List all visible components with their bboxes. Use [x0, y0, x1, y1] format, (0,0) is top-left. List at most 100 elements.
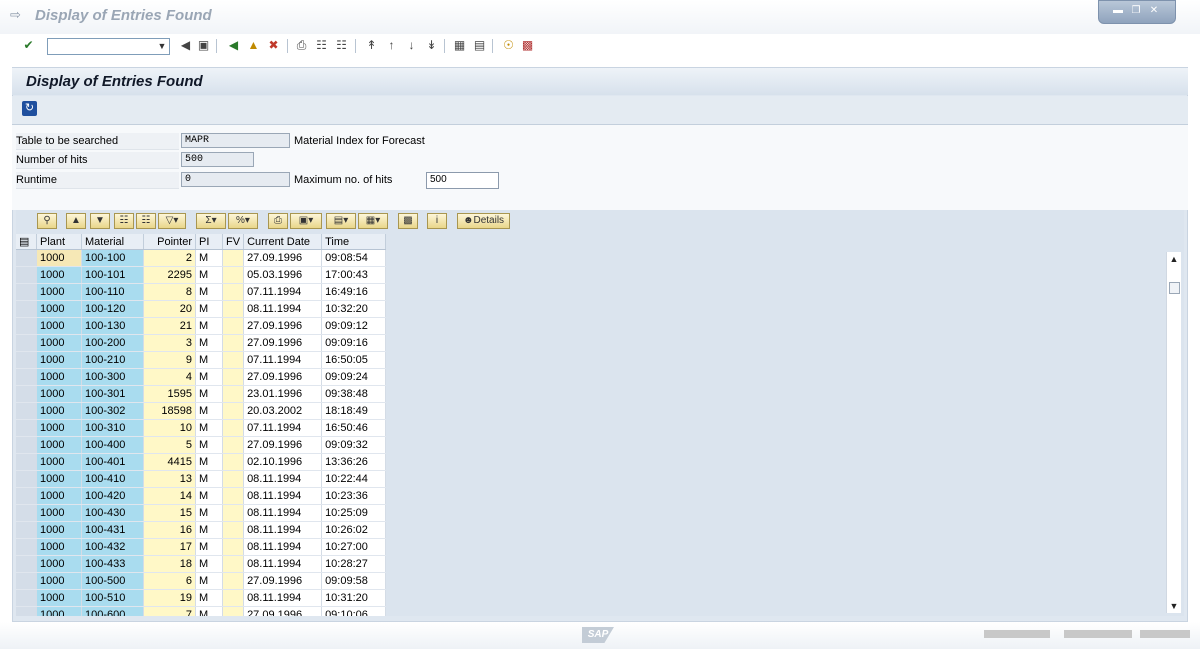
- views-icon[interactable]: ▣▾: [290, 213, 322, 229]
- table-row[interactable]: 1000 100-301 1595 M 23.01.1996 09:38:48: [16, 385, 387, 403]
- row-selector[interactable]: [16, 470, 37, 488]
- row-selector[interactable]: [16, 283, 37, 301]
- cell-pointer[interactable]: 16: [143, 521, 196, 539]
- print-preview-icon[interactable]: ⎙: [268, 213, 288, 229]
- table-row[interactable]: 1000 100-420 14 M 08.11.1994 10:23:36: [16, 487, 387, 505]
- save-icon[interactable]: ▣: [196, 38, 211, 53]
- row-selector[interactable]: [16, 436, 37, 454]
- column-header-current-date[interactable]: Current Date: [243, 234, 323, 250]
- cell-plant[interactable]: 1000: [36, 572, 82, 590]
- cell-pointer[interactable]: 14: [143, 487, 196, 505]
- table-row[interactable]: 1000 100-130 21 M 27.09.1996 09:09:12: [16, 317, 387, 335]
- cell-pi[interactable]: M: [195, 521, 223, 539]
- cell-plant[interactable]: 1000: [36, 300, 82, 318]
- cell-pi[interactable]: M: [195, 402, 223, 420]
- row-selector[interactable]: [16, 453, 37, 471]
- cell-material[interactable]: 100-100: [81, 249, 144, 267]
- row-selector[interactable]: [16, 249, 37, 267]
- table-row[interactable]: 1000 100-432 17 M 08.11.1994 10:27:00: [16, 538, 387, 556]
- cell-time[interactable]: 09:09:24: [321, 368, 387, 386]
- cell-current-date[interactable]: 27.09.1996: [243, 436, 323, 454]
- cell-plant[interactable]: 1000: [36, 555, 82, 573]
- cell-fv[interactable]: [222, 470, 245, 488]
- table-row[interactable]: 1000 100-100 2 M 27.09.1996 09:08:54: [16, 249, 387, 267]
- cell-plant[interactable]: 1000: [36, 334, 82, 352]
- column-header-pointer[interactable]: Pointer: [143, 234, 196, 250]
- row-selector[interactable]: [16, 538, 37, 556]
- cell-plant[interactable]: 1000: [36, 351, 82, 369]
- cell-current-date[interactable]: 27.09.1996: [243, 606, 323, 616]
- cell-pi[interactable]: M: [195, 538, 223, 556]
- sort-ascending-icon[interactable]: ▲: [66, 213, 86, 229]
- cell-fv[interactable]: [222, 436, 245, 454]
- cell-pi[interactable]: M: [195, 283, 223, 301]
- cell-material[interactable]: 100-400: [81, 436, 144, 454]
- cancel-icon[interactable]: ✖: [266, 38, 281, 53]
- export-icon[interactable]: ▤▾: [326, 213, 356, 229]
- cell-material[interactable]: 100-301: [81, 385, 144, 403]
- cell-pointer[interactable]: 4415: [143, 453, 196, 471]
- cell-time[interactable]: 16:49:16: [321, 283, 387, 301]
- cell-fv[interactable]: [222, 385, 245, 403]
- cell-pointer[interactable]: 4: [143, 368, 196, 386]
- shortcut-icon[interactable]: ▤: [472, 38, 487, 53]
- cell-fv[interactable]: [222, 606, 245, 616]
- details-button[interactable]: ☻Details: [457, 213, 510, 229]
- cell-pointer[interactable]: 18598: [143, 402, 196, 420]
- cell-pi[interactable]: M: [195, 368, 223, 386]
- graphic-icon[interactable]: ▩: [398, 213, 418, 229]
- cell-fv[interactable]: [222, 419, 245, 437]
- cell-time[interactable]: 10:26:02: [321, 521, 387, 539]
- cell-fv[interactable]: [222, 334, 245, 352]
- cell-current-date[interactable]: 08.11.1994: [243, 589, 323, 607]
- cell-time[interactable]: 09:10:06: [321, 606, 387, 616]
- cell-fv[interactable]: [222, 538, 245, 556]
- row-selector[interactable]: [16, 266, 37, 284]
- cell-pi[interactable]: M: [195, 351, 223, 369]
- cell-fv[interactable]: [222, 487, 245, 505]
- cell-pi[interactable]: M: [195, 266, 223, 284]
- last-page-icon[interactable]: ↡: [424, 38, 439, 53]
- layout-icon[interactable]: ▩: [520, 38, 535, 53]
- table-row[interactable]: 1000 100-510 19 M 08.11.1994 10:31:20: [16, 589, 387, 607]
- row-selector[interactable]: [16, 606, 37, 616]
- table-row[interactable]: 1000 100-433 18 M 08.11.1994 10:28:27: [16, 555, 387, 573]
- cell-pointer[interactable]: 20: [143, 300, 196, 318]
- cell-material[interactable]: 100-431: [81, 521, 144, 539]
- cell-material[interactable]: 100-600: [81, 606, 144, 616]
- cell-pi[interactable]: M: [195, 504, 223, 522]
- command-field[interactable]: ▼: [47, 38, 170, 55]
- cell-current-date[interactable]: 27.09.1996: [243, 317, 323, 335]
- cell-fv[interactable]: [222, 266, 245, 284]
- cell-material[interactable]: 100-130: [81, 317, 144, 335]
- info-icon[interactable]: i: [427, 213, 447, 229]
- cell-pointer[interactable]: 7: [143, 606, 196, 616]
- first-page-icon[interactable]: ↟: [364, 38, 379, 53]
- cell-pointer[interactable]: 13: [143, 470, 196, 488]
- max-hits-input[interactable]: 500: [426, 172, 499, 189]
- table-row[interactable]: 1000 100-401 4415 M 02.10.1996 13:36:26: [16, 453, 387, 471]
- cell-pi[interactable]: M: [195, 419, 223, 437]
- cell-current-date[interactable]: 20.03.2002: [243, 402, 323, 420]
- cell-material[interactable]: 100-210: [81, 351, 144, 369]
- cell-fv[interactable]: [222, 504, 245, 522]
- cell-time[interactable]: 16:50:46: [321, 419, 387, 437]
- cell-pointer[interactable]: 6: [143, 572, 196, 590]
- cell-material[interactable]: 100-510: [81, 589, 144, 607]
- table-row[interactable]: 1000 100-430 15 M 08.11.1994 10:25:09: [16, 504, 387, 522]
- cell-time[interactable]: 10:23:36: [321, 487, 387, 505]
- cell-current-date[interactable]: 08.11.1994: [243, 470, 323, 488]
- layout-icon[interactable]: ▦▾: [358, 213, 388, 229]
- row-selector[interactable]: [16, 385, 37, 403]
- cell-material[interactable]: 100-310: [81, 419, 144, 437]
- table-row[interactable]: 1000 100-600 7 M 27.09.1996 09:10:06: [16, 606, 387, 616]
- find-next-icon[interactable]: ☷: [136, 213, 156, 229]
- cell-fv[interactable]: [222, 555, 245, 573]
- cell-time[interactable]: 09:09:58: [321, 572, 387, 590]
- cell-plant[interactable]: 1000: [36, 538, 82, 556]
- column-header-time[interactable]: Time: [321, 234, 387, 250]
- cell-pointer[interactable]: 1595: [143, 385, 196, 403]
- cell-current-date[interactable]: 07.11.1994: [243, 351, 323, 369]
- column-header-pi[interactable]: PI: [195, 234, 223, 250]
- row-selector[interactable]: [16, 521, 37, 539]
